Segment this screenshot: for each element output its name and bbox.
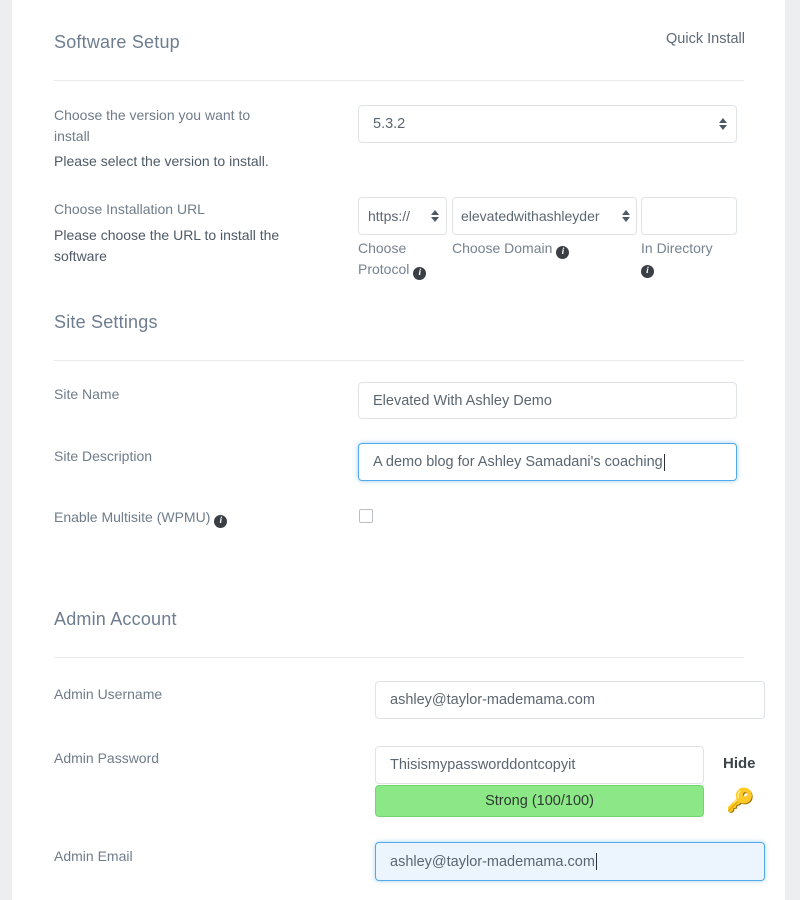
info-icon[interactable]: i: [413, 267, 427, 280]
version-help-text: Please select the version to install.: [54, 153, 269, 169]
chevron-updown-icon[interactable]: [620, 209, 631, 223]
admin-username-input[interactable]: [375, 681, 765, 719]
multisite-label: Enable Multisite (WPMU) i: [54, 507, 228, 528]
quick-install-label: Quick Install: [666, 31, 745, 47]
protocol-select[interactable]: https://: [358, 197, 447, 235]
site-settings-heading: Site Settings: [54, 312, 158, 332]
site-description-value: A demo blog for Ashley Samadani's coachi…: [373, 454, 663, 470]
version-label-line2: install: [54, 128, 90, 144]
install-url-label: Choose Installation URL: [54, 201, 205, 217]
admin-account-divider: [54, 657, 744, 658]
site-settings-divider: [54, 360, 744, 361]
protocol-caption-text: Protocol: [358, 261, 410, 277]
version-select-value: 5.3.2: [373, 116, 406, 132]
directory-caption-text: In Directory: [641, 240, 713, 256]
chevron-updown-icon[interactable]: [429, 209, 440, 223]
admin-email-value: ashley@taylor-mademama.com: [390, 853, 595, 870]
site-name-label: Site Name: [54, 386, 120, 402]
text-cursor: [663, 453, 665, 471]
directory-info-wrap: i: [641, 259, 654, 278]
key-icon[interactable]: 🔑: [726, 789, 755, 812]
install-url-help-line2: software: [54, 248, 107, 264]
domain-caption-text: Choose Domain: [452, 240, 553, 256]
admin-username-label: Admin Username: [54, 686, 163, 702]
header-divider: [54, 80, 744, 81]
domain-caption: Choose Domain i: [452, 238, 632, 259]
multisite-checkbox[interactable]: [359, 509, 373, 523]
password-hide-toggle[interactable]: Hide: [723, 755, 756, 772]
version-label-line1: Choose the version you want to: [54, 107, 251, 123]
domain-select[interactable]: elevatedwithashleyder: [452, 197, 637, 235]
admin-account-heading: Admin Account: [54, 609, 177, 629]
protocol-caption-line2: Protocol i: [358, 259, 468, 280]
admin-password-input[interactable]: [375, 746, 704, 784]
multisite-label-text: Enable Multisite (WPMU): [54, 509, 211, 525]
chevron-updown-icon[interactable]: [717, 117, 728, 131]
admin-email-label: Admin Email: [54, 848, 133, 864]
directory-caption: In Directory: [641, 238, 741, 259]
info-icon[interactable]: i: [556, 246, 570, 259]
site-description-input[interactable]: A demo blog for Ashley Samadani's coachi…: [358, 443, 737, 481]
site-name-input[interactable]: [358, 382, 737, 419]
protocol-select-value: https://: [368, 208, 411, 224]
password-strength-text: Strong (100/100): [485, 793, 594, 809]
directory-input[interactable]: [641, 197, 737, 235]
admin-password-label: Admin Password: [54, 750, 160, 766]
page-title: Software Setup: [54, 32, 180, 52]
version-select[interactable]: 5.3.2: [358, 105, 737, 143]
password-strength-bar: Strong (100/100): [375, 785, 704, 817]
domain-select-value: elevatedwithashleyder: [461, 208, 600, 224]
site-description-label: Site Description: [54, 448, 153, 464]
text-cursor: [595, 853, 597, 870]
admin-email-input[interactable]: ashley@taylor-mademama.com: [375, 842, 765, 881]
protocol-caption-line1: Choose: [358, 240, 407, 256]
info-icon[interactable]: i: [214, 515, 228, 528]
install-url-help-line1: Please choose the URL to install the: [54, 227, 280, 243]
info-icon[interactable]: i: [641, 265, 654, 278]
setup-page: Software Setup Quick Install Choose the …: [12, 0, 785, 900]
